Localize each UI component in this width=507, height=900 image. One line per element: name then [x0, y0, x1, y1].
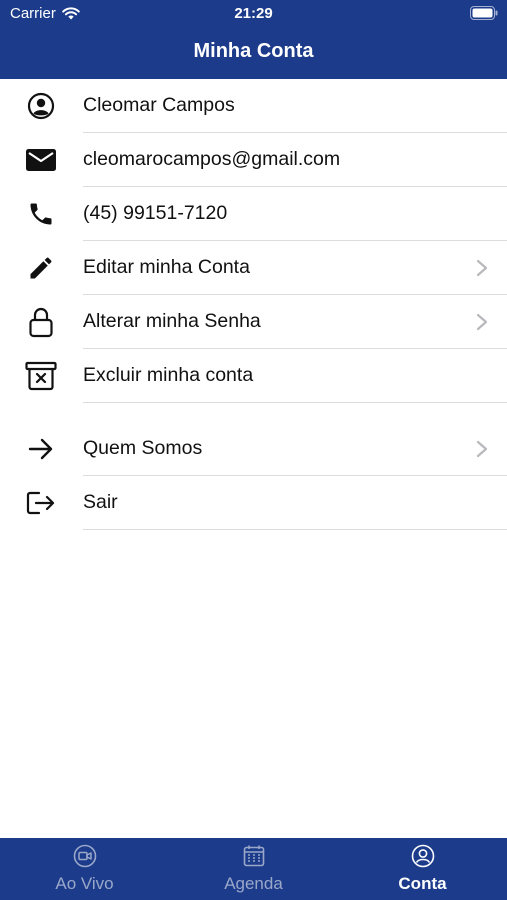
- archive-delete-icon: [24, 361, 58, 391]
- arrow-right-icon: [24, 434, 58, 464]
- navigation-header: Carrier 21:29 Minha Conta: [0, 0, 507, 79]
- change-password-row[interactable]: Alterar minha Senha: [0, 295, 507, 349]
- row-divider: [83, 529, 507, 530]
- pencil-icon: [24, 253, 58, 283]
- email-icon: [24, 145, 58, 175]
- tab-bar: Ao Vivo Agenda Conta: [0, 838, 507, 900]
- lock-icon: [24, 307, 58, 338]
- tab-label: Ao Vivo: [55, 874, 114, 893]
- status-time: 21:29: [234, 5, 273, 22]
- tab-ao-vivo[interactable]: Ao Vivo: [0, 838, 169, 900]
- tab-label: Conta: [398, 874, 447, 893]
- account-icon: [411, 844, 434, 868]
- row-divider: [83, 402, 507, 403]
- profile-email: cleomarocampos@gmail.com: [83, 148, 341, 170]
- tab-label: Agenda: [224, 874, 283, 893]
- change-password-label: Alterar minha Senha: [83, 310, 261, 332]
- status-bar: Carrier 21:29: [0, 0, 507, 28]
- person-circle-icon: [24, 91, 58, 121]
- about-label: Quem Somos: [83, 437, 203, 459]
- chevron-right-icon: [476, 259, 488, 277]
- profile-phone-row: (45) 99151-7120: [0, 187, 507, 241]
- profile-email-row: cleomarocampos@gmail.com: [0, 133, 507, 187]
- phone-icon: [24, 199, 58, 229]
- tab-conta[interactable]: Conta: [338, 838, 507, 900]
- edit-account-row[interactable]: Editar minha Conta: [0, 241, 507, 295]
- tab-agenda[interactable]: Agenda: [169, 838, 338, 900]
- profile-name-row: Cleomar Campos: [0, 79, 507, 133]
- profile-phone: (45) 99151-7120: [83, 202, 228, 224]
- about-row[interactable]: Quem Somos: [0, 422, 507, 476]
- account-menu-list: Cleomar Campos cleomarocampos@gmail.com …: [0, 79, 507, 530]
- profile-name: Cleomar Campos: [83, 94, 235, 116]
- chevron-right-icon: [476, 440, 488, 458]
- logout-icon: [24, 488, 58, 518]
- delete-account-label: Excluir minha conta: [83, 364, 254, 386]
- logout-label: Sair: [83, 491, 118, 513]
- logout-row[interactable]: Sair: [0, 476, 507, 530]
- video-icon: [73, 844, 96, 868]
- page-title: Minha Conta: [193, 40, 314, 62]
- calendar-icon: [243, 845, 264, 867]
- battery-icon: [470, 6, 498, 20]
- chevron-right-icon: [476, 313, 488, 331]
- edit-account-label: Editar minha Conta: [83, 256, 250, 278]
- delete-account-row[interactable]: Excluir minha conta: [0, 349, 507, 403]
